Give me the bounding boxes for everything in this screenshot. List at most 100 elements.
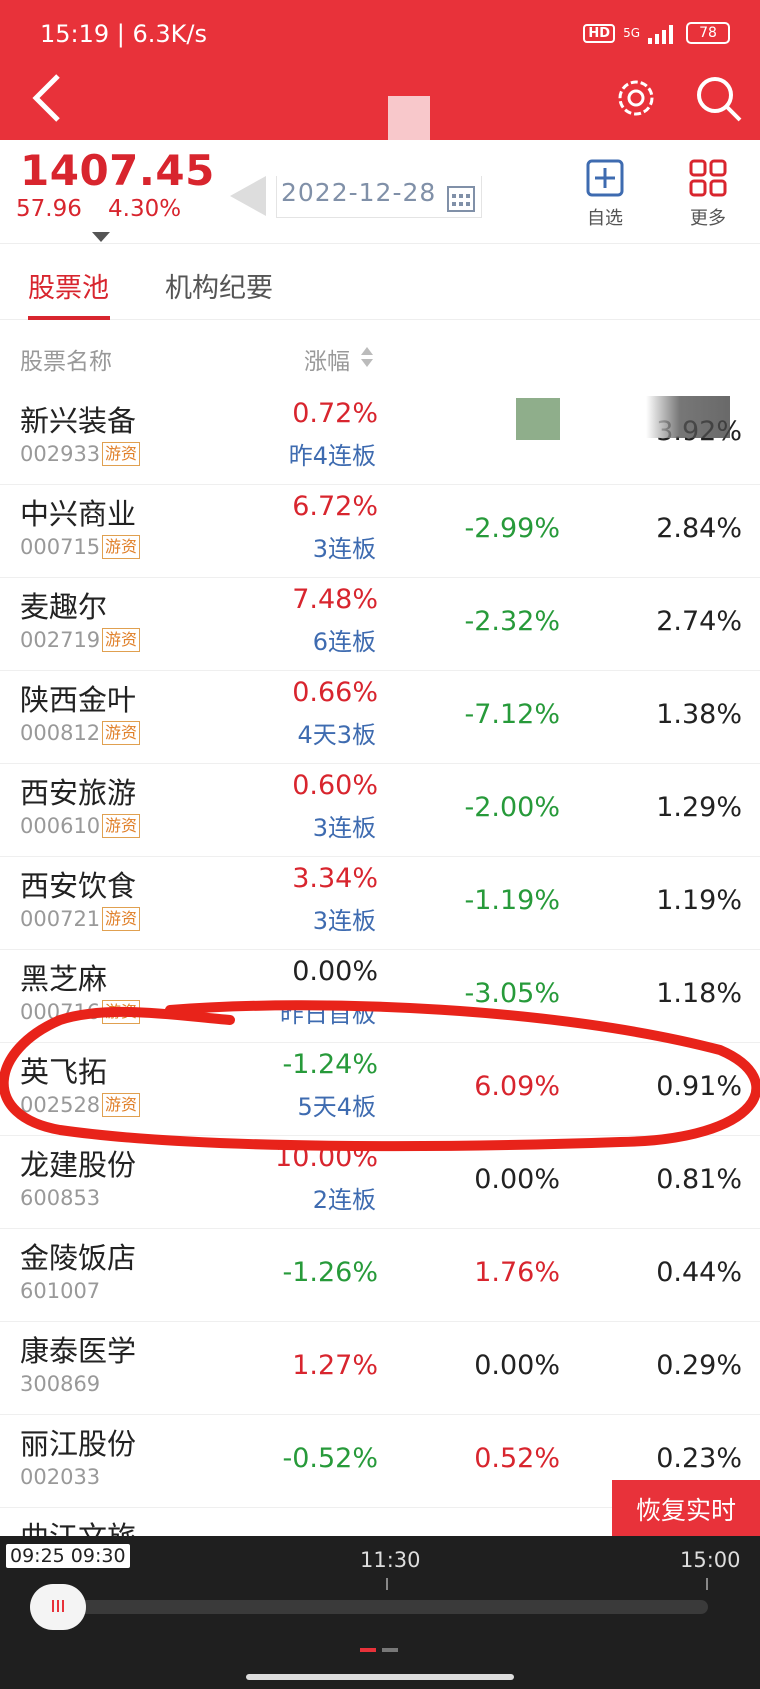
stock-code: 000610: [20, 814, 101, 838]
page-title-placeholder: [388, 96, 430, 140]
table-row[interactable]: 康泰医学 300869 1.27% 0.00% 0.29%: [0, 1322, 760, 1415]
stock-code: 000812: [20, 721, 101, 745]
signal-icon: [648, 25, 673, 44]
time-mark-end: 15:00: [680, 1548, 741, 1572]
col4-value: 1.29%: [656, 792, 742, 823]
add-watchlist-button[interactable]: 自选: [565, 158, 645, 230]
col4-value: 2.74%: [656, 606, 742, 637]
col4-value: 2.84%: [656, 513, 742, 544]
stock-name: 黑芝麻: [20, 962, 108, 996]
table-row[interactable]: 黑芝麻 000716 游资 0.00% 昨日首板 -3.05% 1.18%: [0, 950, 760, 1043]
stock-code: 601007: [20, 1279, 101, 1303]
col4-value: 1.19%: [656, 885, 742, 916]
table-row[interactable]: 西安旅游 000610 游资 0.60% 3连板 -2.00% 1.29%: [0, 764, 760, 857]
stock-name: 英飞拓: [20, 1055, 108, 1089]
col4-value: 1.18%: [656, 978, 742, 1009]
timeline-track[interactable]: [40, 1600, 708, 1614]
stock-code: 000721: [20, 907, 101, 931]
timeline-bar: 09:25 09:30 11:30 15:00: [0, 1536, 760, 1689]
stock-name: 金陵饭店: [20, 1241, 137, 1275]
column-name: 股票名称: [20, 349, 112, 375]
home-indicator[interactable]: [246, 1674, 514, 1680]
tag-badge: 游资: [102, 814, 141, 838]
board-status: 3连板: [312, 907, 376, 935]
stock-code: 000715: [20, 535, 101, 559]
change-pct: 0.60%: [292, 770, 378, 801]
timeline-handle[interactable]: [30, 1584, 86, 1630]
gear-icon[interactable]: [612, 74, 660, 122]
network-label: 5G: [623, 26, 640, 40]
col4-value: 0.44%: [656, 1257, 742, 1288]
time-mark-mid: 11:30: [360, 1548, 421, 1572]
table-row[interactable]: 新兴装备002933游资0.72%昨4连板3.92%: [0, 392, 760, 485]
stock-code: 002719: [20, 628, 101, 652]
stock-name: 丽江股份: [20, 1427, 137, 1461]
change-pct: -1.26%: [282, 1257, 378, 1288]
board-status: 2连板: [312, 1186, 376, 1214]
change-pct: -1.24%: [282, 1049, 378, 1080]
tab-stock-pool[interactable]: 股票池: [28, 266, 109, 305]
plus-box-icon: [586, 159, 624, 197]
prev-date-arrow-icon[interactable]: [230, 176, 266, 216]
col3-value: -1.19%: [464, 885, 560, 916]
board-status: 昨日首板: [280, 1000, 376, 1028]
change-pct: 0.72%: [292, 398, 378, 429]
col4-value: 0.91%: [656, 1071, 742, 1102]
tag-badge: 游资: [102, 907, 141, 931]
calendar-icon[interactable]: [447, 182, 475, 212]
board-status: 昨4连板: [288, 442, 376, 470]
table-row[interactable]: 西安饮食 000721 游资 3.34% 3连板 -1.19% 1.19%: [0, 857, 760, 950]
date-picker[interactable]: 2022-12-28: [276, 176, 482, 218]
table-row[interactable]: 龙建股份 600853 10.00% 2连板 0.00% 0.81%: [0, 1136, 760, 1229]
back-arrow-icon[interactable]: [28, 72, 68, 124]
table-row[interactable]: 陕西金叶 000812 游资 0.66% 4天3板 -7.12% 1.38%: [0, 671, 760, 764]
status-time: 15:19 | 6.3K/s: [40, 20, 208, 48]
tab-bar: 股票池 机构纪要: [0, 244, 760, 320]
change-pct: 0.00%: [292, 956, 378, 987]
stock-code: 300869: [20, 1372, 101, 1396]
hd-badge: HD: [583, 23, 616, 43]
board-status: 4天3板: [297, 721, 376, 749]
change-pct: 10.00%: [275, 1142, 378, 1173]
index-dropdown-icon[interactable]: [92, 232, 110, 242]
col3-value: 0.00%: [474, 1350, 560, 1381]
column-change-sort[interactable]: 涨幅: [304, 342, 350, 376]
blurred-cell-overlay: [646, 396, 730, 438]
page-dot-active: [360, 1648, 376, 1652]
tag-badge: 游资: [102, 535, 141, 559]
sort-icon[interactable]: [360, 346, 374, 368]
table-row[interactable]: 中兴商业 000715 游资 6.72% 3连板 -2.99% 2.84%: [0, 485, 760, 578]
page-indicator: [360, 1648, 400, 1652]
stock-code: 002933: [20, 442, 101, 466]
stock-name: 陕西金叶: [20, 683, 137, 717]
table-row[interactable]: 金陵饭店 601007 -1.26% 1.76% 0.44%: [0, 1229, 760, 1322]
stock-name: 麦趣尔: [20, 590, 108, 624]
tag-badge: 游资: [102, 1000, 141, 1024]
stock-name: 西安旅游: [20, 776, 137, 810]
watch-label: 自选: [587, 208, 623, 229]
top-bar: 15:19 | 6.3K/s HD 5G 78: [0, 0, 760, 140]
tag-badge: 游资: [102, 628, 141, 652]
restore-realtime-button[interactable]: 恢复实时: [612, 1480, 760, 1542]
col3-value: -2.32%: [464, 606, 560, 637]
tab-institution-notes[interactable]: 机构纪要: [165, 266, 273, 305]
tag-badge: 游资: [102, 442, 141, 466]
table-row[interactable]: 麦趣尔 002719 游资 7.48% 6连板 -2.32% 2.74%: [0, 578, 760, 671]
search-icon[interactable]: [694, 74, 744, 124]
index-summary: 1407.45 57.96 4.30% 2022-12-28 自选 更多: [0, 140, 760, 244]
board-status: 3连板: [312, 814, 376, 842]
tag-badge: 游资: [102, 1093, 141, 1117]
change-pct: -0.52%: [282, 1443, 378, 1474]
board-status: 6连板: [312, 628, 376, 656]
stock-name: 新兴装备: [20, 404, 137, 438]
table-row[interactable]: 英飞拓 002528 游资 -1.24% 5天4板 6.09% 0.91%: [0, 1043, 760, 1136]
col4-value: 0.23%: [656, 1443, 742, 1474]
status-icons: HD 5G 78: [583, 22, 730, 44]
board-status: 3连板: [312, 535, 376, 563]
grip-icon: [52, 1600, 64, 1612]
more-button[interactable]: 更多: [668, 158, 748, 230]
battery-icon: 78: [686, 22, 730, 44]
column-header: 股票名称 涨幅: [0, 320, 760, 392]
stock-name: 中兴商业: [20, 497, 137, 531]
stock-code: 000716: [20, 1000, 101, 1024]
